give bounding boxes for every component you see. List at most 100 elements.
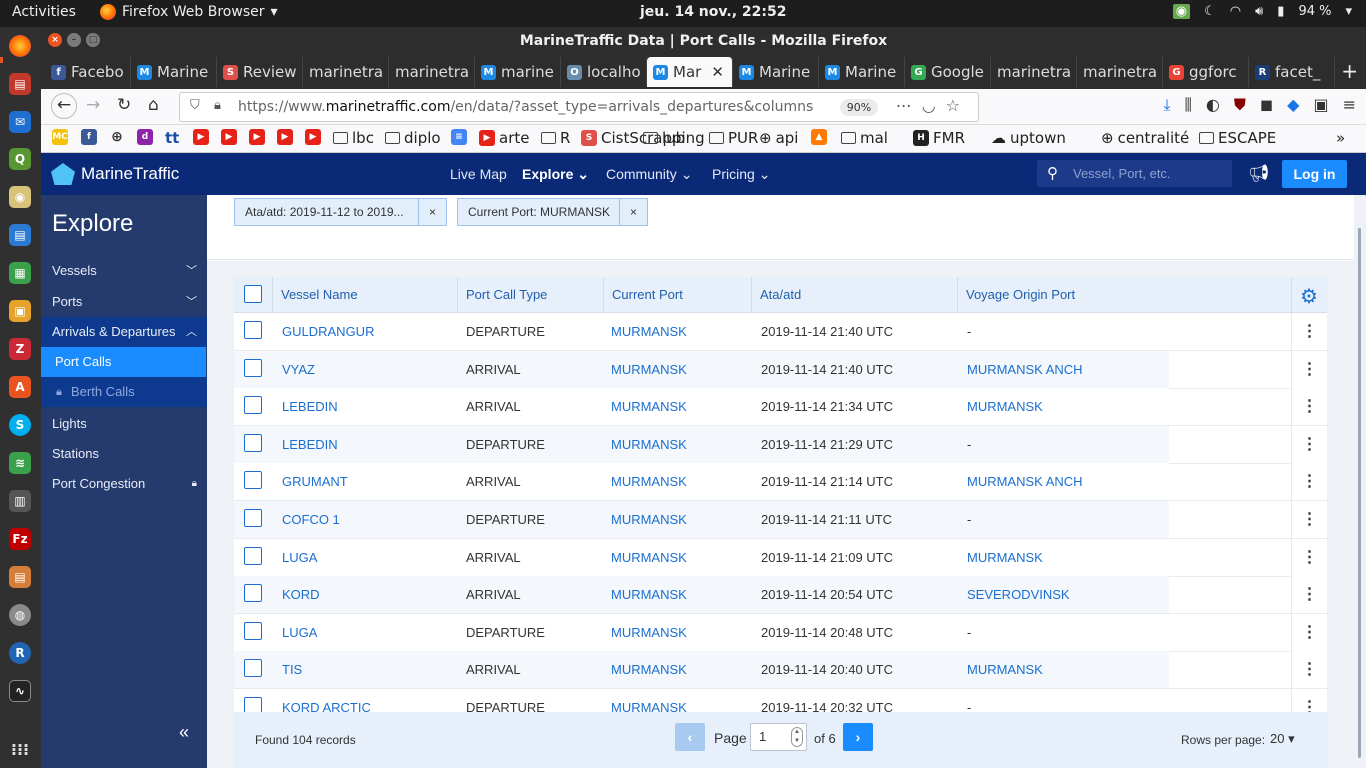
row-actions-menu-icon[interactable]: ⋮	[1291, 350, 1327, 388]
viewer-dock-icon[interactable]: ▤	[9, 566, 31, 588]
vessel-name-link[interactable]: LEBEDIN	[282, 388, 338, 425]
filter-chip-date[interactable]: Ata/atd: 2019-11-12 to 2019... ×	[234, 198, 447, 226]
table-row[interactable]: GULDRANGUR DEPARTURE MURMANSK 2019-11-14 21…	[234, 313, 1327, 351]
voyage-origin-port[interactable]: MURMANSK	[967, 388, 1043, 425]
feed-dock-icon[interactable]: ≋	[9, 452, 31, 474]
row-checkbox[interactable]	[244, 697, 262, 712]
monitor-dock-icon[interactable]: ∿	[9, 680, 31, 702]
files-dock-icon[interactable]: ▤	[9, 73, 31, 95]
row-actions-menu-icon[interactable]: ⋮	[1291, 313, 1327, 350]
current-port-link[interactable]: MURMANSK	[611, 463, 687, 500]
settings-gear-icon[interactable]: ⚙	[1300, 284, 1318, 309]
row-checkbox[interactable]	[244, 471, 262, 490]
sidebar-item-stations[interactable]: Stations	[41, 439, 207, 469]
nav-community[interactable]: Community ⌄	[606, 166, 692, 183]
bookmark-item[interactable]: ⊕	[109, 129, 125, 145]
maximize-window-button[interactable]: □	[86, 33, 100, 47]
collapse-sidebar-icon[interactable]: «	[179, 722, 189, 743]
zotero-dock-icon[interactable]: Z	[9, 338, 31, 360]
column-header-ata-atd[interactable]: Ata/atd	[751, 277, 958, 313]
bookmark-item[interactable]: ≡	[451, 129, 467, 145]
current-port-link[interactable]: MURMANSK	[611, 313, 687, 350]
page-actions[interactable]: ⋯◡☆	[896, 96, 970, 115]
vessel-name-link[interactable]: COFCO 1	[282, 501, 340, 538]
more-icon[interactable]: ⋯	[896, 96, 922, 115]
nav-live-map[interactable]: Live Map	[450, 166, 507, 182]
current-port-link[interactable]: MURMANSK	[611, 651, 687, 688]
reload-button[interactable]: ↻	[117, 95, 131, 115]
current-port-link[interactable]: MURMANSK	[611, 539, 687, 576]
sidebar-item-lights[interactable]: Lights	[41, 409, 207, 439]
column-header-current-port[interactable]: Current Port	[603, 277, 752, 313]
row-actions-menu-icon[interactable]: ⋮	[1291, 425, 1327, 463]
vessel-name-link[interactable]: GRUMANT	[282, 463, 348, 500]
page-number-input[interactable]: 1 ▲ ▼	[750, 723, 807, 751]
select-all-checkbox[interactable]	[244, 285, 262, 303]
minimize-window-button[interactable]: –	[67, 33, 81, 47]
browser-tab[interactable]: marinetra	[1077, 57, 1163, 87]
activities-button[interactable]: Activities	[12, 4, 76, 20]
extension-icon[interactable]: ◐	[1206, 95, 1220, 115]
voyage-origin-port[interactable]: MURMANSK ANCH	[967, 463, 1083, 500]
qgis-dock-icon[interactable]: Q	[9, 148, 31, 170]
home-button[interactable]: ⌂	[148, 95, 159, 115]
search-input[interactable]: ⚲ Vessel, Port, etc.	[1037, 160, 1232, 187]
url-text[interactable]: https://www.marinetraffic.com/en/data/?a…	[238, 99, 818, 115]
voyage-origin-port[interactable]: MURMANSK ANCH	[967, 351, 1083, 388]
vessel-name-link[interactable]: KORD	[282, 576, 320, 613]
addon-icon[interactable]: ▣	[1313, 95, 1328, 115]
login-button[interactable]: Log in	[1282, 160, 1347, 188]
forward-button[interactable]: →	[86, 95, 100, 115]
bookmark-item[interactable]: ▶	[221, 129, 237, 145]
bookmark-item[interactable]: ⊕ api	[759, 129, 798, 147]
bookmark-item[interactable]: ▶	[305, 129, 321, 145]
table-row[interactable]: KORD ARRIVAL MURMANSK 2019-11-14 20:54 UTC S…	[234, 576, 1327, 615]
table-row[interactable]: COFCO 1 DEPARTURE MURMANSK 2019-11-14 21:11…	[234, 501, 1327, 539]
tracking-protection-icon[interactable]: ⛉	[190, 98, 200, 113]
current-port-link[interactable]: MURMANSK	[611, 614, 687, 651]
bookmark-item[interactable]: ▶	[249, 129, 265, 145]
row-checkbox[interactable]	[244, 358, 262, 377]
browser-tab[interactable]: Olocalho	[561, 57, 647, 87]
bookmark-item[interactable]: tt	[165, 129, 179, 147]
previous-page-button[interactable]: ‹	[675, 723, 705, 751]
current-port-link[interactable]: MURMANSK	[611, 388, 687, 425]
bookmark-item[interactable]: lub	[643, 129, 685, 147]
vessel-name-link[interactable]: VYAZ	[282, 351, 315, 388]
bookmark-item[interactable]: MC	[52, 129, 68, 145]
voyage-origin-port[interactable]: MURMANSK	[967, 539, 1043, 576]
browser-tab[interactable]: M Mar ✕	[647, 57, 733, 87]
bookmark-item[interactable]: d	[137, 129, 153, 145]
new-tab-button[interactable]: +	[1341, 59, 1358, 83]
pocket-icon[interactable]: ◡	[922, 96, 946, 115]
browser-tab[interactable]: Mmarine	[475, 57, 561, 87]
close-window-button[interactable]: ×	[48, 33, 62, 47]
row-actions-menu-icon[interactable]: ⋮	[1291, 651, 1327, 689]
thunderbird-dock-icon[interactable]: ✉	[9, 111, 31, 133]
menu-icon[interactable]: ≡	[1343, 95, 1356, 115]
row-checkbox[interactable]	[244, 509, 262, 527]
document-dock-icon[interactable]: ▤	[9, 224, 31, 246]
bookmark-item[interactable]: f	[81, 129, 97, 145]
row-checkbox[interactable]	[244, 659, 262, 678]
back-button[interactable]: ←	[51, 93, 77, 119]
voyage-origin-port[interactable]: MURMANSK	[967, 651, 1043, 688]
rows-per-page-select[interactable]: 20 ▾	[1270, 731, 1295, 747]
bookmark-item[interactable]: mal	[841, 129, 888, 147]
vessel-name-link[interactable]: LUGA	[282, 614, 317, 651]
url-bar[interactable]: ⛉ 🔒︎ https://www.marinetraffic.com/en/da…	[179, 92, 979, 122]
browser-tab[interactable]: marinetra	[991, 57, 1077, 87]
table-row[interactable]: VYAZ ARRIVAL MURMANSK 2019-11-14 21:40 UTC M…	[234, 350, 1327, 389]
bookmark-item[interactable]: ▲	[811, 129, 827, 145]
browser-tab[interactable]: Rfacet_	[1249, 57, 1335, 87]
next-page-button[interactable]: ›	[843, 723, 873, 751]
terminal-dock-icon[interactable]: ▥	[9, 490, 31, 512]
announcement-icon[interactable]: 📢︎	[1248, 164, 1270, 184]
sidebar-item-port-congestion[interactable]: Port Congestion 🔒︎	[41, 469, 207, 499]
remove-filter-icon[interactable]: ×	[418, 199, 446, 225]
browser-tab[interactable]: Gggforc	[1163, 57, 1249, 87]
current-port-link[interactable]: MURMANSK	[611, 351, 687, 388]
bookmark-item[interactable]: ESCAPE	[1199, 129, 1276, 147]
sidebar-item-ports[interactable]: Ports ﹀	[41, 287, 207, 317]
row-checkbox[interactable]	[244, 396, 262, 415]
